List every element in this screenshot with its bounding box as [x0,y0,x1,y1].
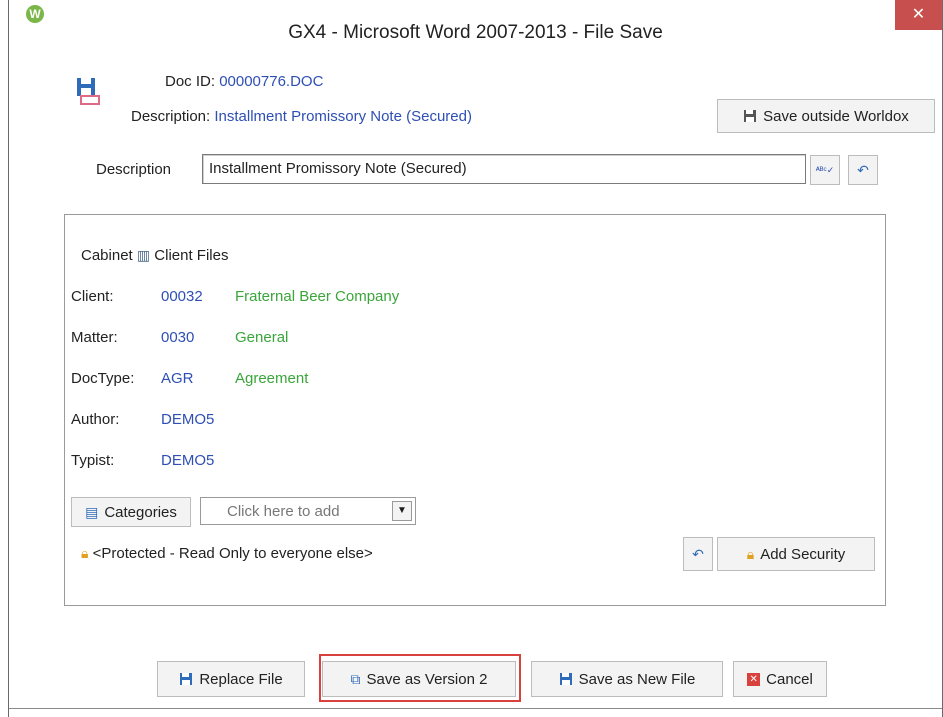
replace-file-button[interactable]: Replace File [157,661,305,697]
categories-dropdown[interactable]: Click here to add ▼ [200,497,416,525]
description-summary-label: Description: [131,108,211,125]
doc-id-row: Doc ID: 00000776.DOC [165,73,323,90]
security-row: 🔒︎ <Protected - Read Only to everyone el… [81,545,373,562]
author-label: Author: [71,411,120,428]
matter-code[interactable]: 0030 [161,329,194,346]
categories-label: Categories [104,503,177,521]
cancel-icon: ✕ [747,672,761,686]
undo-security-arrow-icon: ↶ [692,546,704,562]
typist-code[interactable]: DEMO5 [161,452,214,469]
replace-file-save-icon [180,673,193,685]
client-name: Fraternal Beer Company [235,288,400,305]
client-label: Client: [71,288,114,305]
undo-description-button[interactable]: ↶ [848,155,878,185]
add-security-lock-icon: 🔒︎ [746,546,755,562]
save-outside-worldox-label: Save outside Worldox [763,107,909,125]
doctype-code[interactable]: AGR [161,370,194,387]
undo-security-button[interactable]: ↶ [683,537,713,571]
undo-arrow-icon: ↶ [857,162,869,178]
doc-id-label: Doc ID: [165,73,216,90]
profile-panel: Cabinet ▥ Client Files Client: 00032 Fra… [64,214,886,606]
title-bar: W GX4 - Microsoft Word 2007-2013 - File … [9,0,942,44]
replace-file-label: Replace File [199,670,283,688]
bottom-border [9,708,942,709]
selected-action-highlight [319,654,521,702]
cabinet-row: Cabinet ▥ Client Files [81,247,228,264]
save-as-new-file-icon [559,673,572,685]
dialog-title: GX4 - Microsoft Word 2007-2013 - File Sa… [288,22,663,43]
doctype-label: DocType: [71,370,135,387]
save-outside-worldox-button[interactable]: Save outside Worldox [717,99,935,133]
spell-check-button[interactable]: ᴬᴮᶜ✓ [810,155,840,185]
description-summary-value: Installment Promissory Note (Secured) [214,108,472,125]
description-field-label: Description [96,161,172,178]
worldox-logo-icon: W [26,5,44,23]
cabinet-label: Cabinet [81,247,133,264]
client-code[interactable]: 00032 [161,288,203,305]
add-security-label: Add Security [760,545,846,563]
categories-button[interactable]: ▤ Categories [71,497,191,527]
doctype-name: Agreement [235,370,309,387]
security-text: <Protected - Read Only to everyone else> [92,545,373,562]
save-as-new-file-label: Save as New File [578,670,696,688]
save-icon [744,110,757,122]
categories-placeholder: Click here to add [227,503,340,520]
description-input[interactable]: Installment Promissory Note (Secured) [202,154,806,184]
dropdown-arrow-icon[interactable]: ▼ [392,501,412,521]
doc-id-value: 00000776.DOC [219,73,324,90]
cabinet-icon: ▥ [136,247,151,263]
matter-label: Matter: [71,329,118,346]
close-button[interactable]: ✕ [895,0,942,30]
author-code[interactable]: DEMO5 [161,411,214,428]
file-save-dialog: W GX4 - Microsoft Word 2007-2013 - File … [8,0,943,717]
typist-label: Typist: [71,452,115,469]
description-summary-row: Description: Installment Promissory Note… [131,108,472,125]
save-disk-icon [77,78,100,105]
cancel-label: Cancel [766,670,813,688]
cancel-button[interactable]: ✕ Cancel [733,661,827,697]
save-as-new-file-button[interactable]: Save as New File [531,661,723,697]
matter-name: General [235,329,289,346]
lock-icon: 🔒︎ [81,545,89,561]
categories-icon: ▤ [85,504,99,520]
add-security-button[interactable]: 🔒︎ Add Security [717,537,875,571]
cabinet-value: Client Files [154,247,229,264]
spell-check-icon: ᴬᴮᶜ✓ [815,164,835,175]
